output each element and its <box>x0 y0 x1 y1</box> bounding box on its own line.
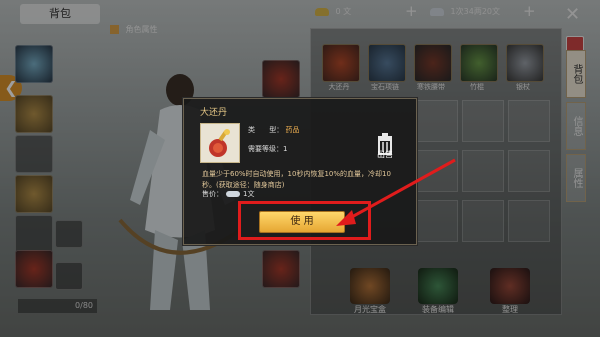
annotation-arrow <box>336 158 456 226</box>
